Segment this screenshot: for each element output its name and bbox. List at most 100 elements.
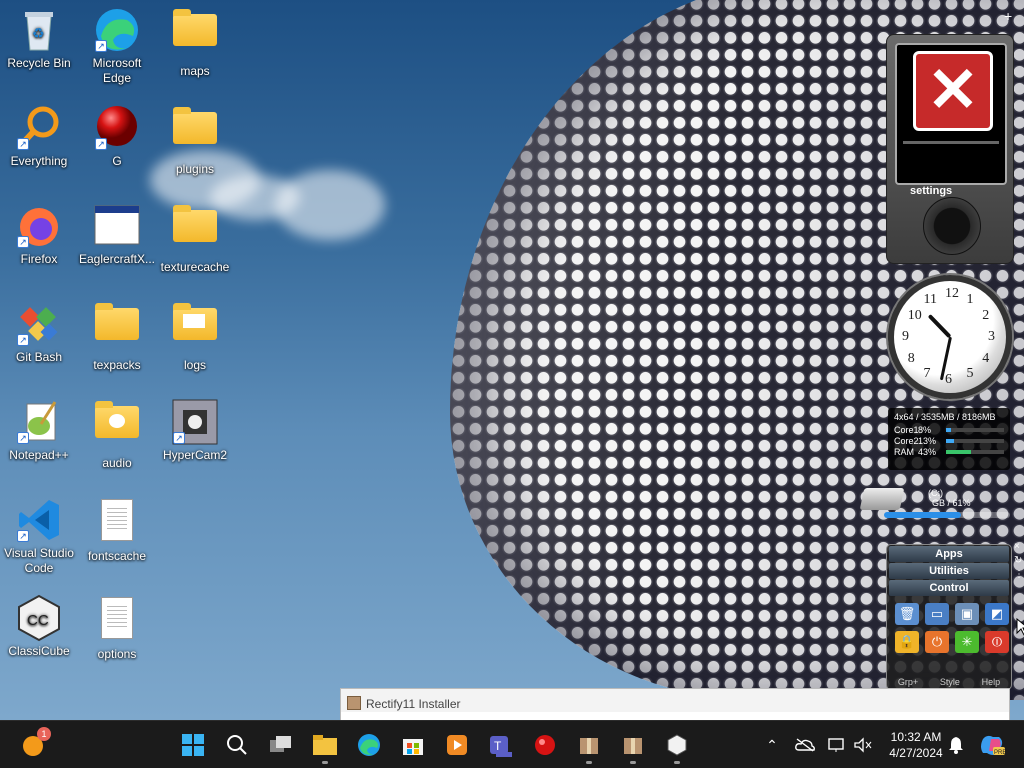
clock-hour-hand <box>927 314 952 339</box>
core1-bar <box>946 427 951 432</box>
clock-numeral: 4 <box>982 350 990 366</box>
close-x-icon[interactable]: ✕ <box>913 51 993 131</box>
widgets-button[interactable]: 1 <box>18 727 51 760</box>
desktop-icon-notepad-plus-plus[interactable]: ↗ Notepad++ <box>0 398 78 463</box>
show-hidden-icons-button[interactable]: ⌃ <box>762 721 782 768</box>
desktop-icon-texturecache[interactable]: texturecache <box>156 202 234 275</box>
sysmon-row: RAM 43% <box>888 446 1010 457</box>
media-control-wheel[interactable] <box>923 197 981 255</box>
desktop-icon-git-bash[interactable]: ↗ Git Bash <box>0 300 78 365</box>
lock-icon[interactable]: 🔒 <box>895 631 919 653</box>
clock-numeral: 3 <box>988 329 995 344</box>
desktop-icon-recycle-bin[interactable]: ♻ Recycle Bin <box>0 6 78 71</box>
network-tray-icon[interactable] <box>826 721 848 768</box>
installer-window[interactable]: Rectify11 Installer <box>340 688 1010 720</box>
media-player-gadget[interactable]: ✕ settings <box>886 34 1014 264</box>
taskbar-clock[interactable]: 10:32 AM 4/27/2024 <box>880 729 952 761</box>
svg-text:PRE: PRE <box>994 750 1005 756</box>
desktop-icon-audio[interactable]: audio <box>78 398 156 471</box>
folder-icon <box>171 205 219 258</box>
desktop-icon[interactable]: ◩ <box>985 603 1009 625</box>
search-icon <box>227 735 247 755</box>
desktop-icon-logs[interactable]: logs <box>156 300 234 373</box>
launcher-group-button[interactable]: Grp+ <box>898 677 918 687</box>
hypercam-icon: ↗ <box>171 398 219 446</box>
launcher-style-button[interactable]: Style <box>940 677 960 687</box>
desktop-icon-eaglercraftx[interactable]: EaglercraftX... <box>78 202 156 267</box>
gadget-side-handles[interactable]: × ↻ ⋮ <box>1014 540 1024 630</box>
desktop-icon-microsoft-edge[interactable]: ↗ Microsoft Edge <box>78 6 156 86</box>
task-view-button[interactable] <box>266 730 296 760</box>
desktop-icon-plugins[interactable]: plugins <box>156 104 234 177</box>
sysmon-row: Core1 8% <box>888 424 1010 435</box>
desktop-icon-firefox[interactable]: ↗ Firefox <box>0 202 78 267</box>
launcher-tab-control[interactable]: Control <box>889 580 1009 596</box>
clock-numeral: 12 <box>945 286 959 301</box>
launcher-help-button[interactable]: Help <box>982 677 1001 687</box>
red-ball-taskbar-button[interactable] <box>530 730 560 760</box>
installer-taskbar-button[interactable] <box>574 730 604 764</box>
clock-numeral: 5 <box>966 366 974 382</box>
desktop-icon-visual-studio-code[interactable]: ↗ Visual Studio Code <box>0 496 78 576</box>
desktop-icon-hypercam2[interactable]: ↗ HyperCam2 <box>156 398 234 463</box>
display-icon[interactable]: ▣ <box>955 603 979 625</box>
copilot-button[interactable]: PRE <box>978 721 1006 768</box>
onedrive-tray-icon[interactable] <box>794 721 816 768</box>
launcher-gadget[interactable]: Apps Utilities Control 🗑 ▭ ▣ ◩ 🔒 ⏻ ✳ ⏼ G… <box>886 544 1012 690</box>
drive-usage-bar <box>884 512 961 518</box>
restart-icon[interactable]: ✳ <box>955 631 979 653</box>
desktop-icon-texpacks[interactable]: texpacks <box>78 300 156 373</box>
magnifier-icon: ↗ <box>15 104 63 152</box>
svg-text:T: T <box>494 739 502 753</box>
volume-tray-icon[interactable] <box>852 721 874 768</box>
installer-icon <box>347 696 361 710</box>
hard-drive-icon <box>859 488 905 510</box>
red-ball-icon <box>535 735 555 755</box>
sysmon-header: 4x64 / 3535MB / 8186MB <box>894 412 996 422</box>
core2-bar <box>946 438 954 443</box>
desktop-icon-g[interactable]: ↗ G <box>78 104 156 169</box>
clock-numeral: 10 <box>907 307 922 323</box>
clock-numeral: 11 <box>923 291 937 307</box>
drive-usage-gadget: (C:) GB / 61% <box>859 488 1012 522</box>
store-button[interactable] <box>398 730 428 760</box>
notepad-plus-plus-icon: ↗ <box>15 398 63 446</box>
firefox-icon: ↗ <box>15 202 63 250</box>
desktop-icon-fontscache[interactable]: fontscache <box>78 496 156 564</box>
start-button[interactable] <box>178 730 208 760</box>
media-player-button[interactable] <box>442 730 472 760</box>
window-icon[interactable]: ▭ <box>925 603 949 625</box>
notification-bell-button[interactable] <box>946 721 966 768</box>
clock-numeral: 1 <box>966 291 974 307</box>
classicube-taskbar-button[interactable] <box>662 730 692 764</box>
installer-taskbar-button-2[interactable] <box>618 730 648 764</box>
edge-taskbar-button[interactable] <box>354 730 384 760</box>
drive-stat: GB / 61% <box>932 498 971 508</box>
file-explorer-button[interactable] <box>310 730 340 764</box>
system-monitor-gadget: 4x64 / 3535MB / 8186MB Core1 8% Core2 13… <box>888 408 1010 470</box>
teams-button[interactable]: T <box>486 730 516 760</box>
launcher-tab-apps[interactable]: Apps <box>889 546 1009 562</box>
ram-bar <box>946 449 971 454</box>
desktop-icon-classicube[interactable]: CC ClassiCube <box>0 594 78 659</box>
desktop-icon-everything[interactable]: ↗ Everything <box>0 104 78 169</box>
copilot-icon: PRE <box>981 735 1005 756</box>
power-icon[interactable]: ⏻ <box>925 631 949 653</box>
chevron-up-icon: ⌃ <box>766 736 778 753</box>
teams-icon: T <box>490 736 512 757</box>
search-button[interactable] <box>222 730 252 760</box>
media-settings-label[interactable]: settings <box>910 185 952 197</box>
media-player-icon <box>447 735 467 755</box>
vscode-icon: ↗ <box>15 496 63 544</box>
desktop-icon-maps[interactable]: maps <box>156 6 234 79</box>
file-icon <box>93 499 141 547</box>
launcher-tab-utilities[interactable]: Utilities <box>889 563 1009 579</box>
clock-numeral: 9 <box>902 329 909 344</box>
taskbar-date: 4/27/2024 <box>889 746 943 760</box>
shutdown-icon[interactable]: ⏼ <box>985 631 1009 653</box>
desktop-icon-options[interactable]: options <box>78 594 156 662</box>
recycle-bin-icon[interactable]: 🗑 <box>895 603 919 625</box>
gadget-add-icon[interactable]: + <box>1004 8 1012 24</box>
network-icon <box>828 738 844 752</box>
clock-numeral: 7 <box>923 366 931 382</box>
